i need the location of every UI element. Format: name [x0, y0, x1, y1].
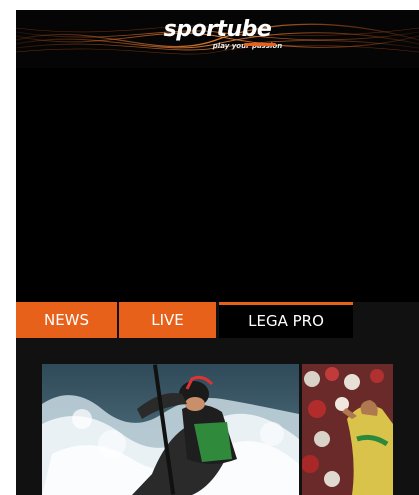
tab-lega-pro[interactable]: LEGA PRO — [219, 302, 353, 338]
logo-wordmark: sportube — [163, 17, 272, 42]
tab-live[interactable]: LIVE — [119, 302, 216, 338]
video-thumbnail-strip — [16, 338, 419, 495]
video-player[interactable] — [16, 68, 419, 302]
canoe-athlete-image — [42, 364, 299, 495]
sportube-app: sportube play your passion NEWS LIVE LEG… — [16, 10, 419, 495]
sportube-logo[interactable]: sportube play your passion — [16, 18, 419, 51]
header-banner: sportube play your passion — [16, 10, 419, 68]
category-tabs: NEWS LIVE LEGA PRO — [16, 302, 419, 338]
logo-accent-bar — [244, 43, 276, 46]
video-thumbnail-football[interactable] — [302, 364, 393, 495]
tab-news[interactable]: NEWS — [16, 302, 117, 338]
video-thumbnail-canoe[interactable] — [42, 364, 299, 495]
football-player-image — [302, 364, 393, 495]
